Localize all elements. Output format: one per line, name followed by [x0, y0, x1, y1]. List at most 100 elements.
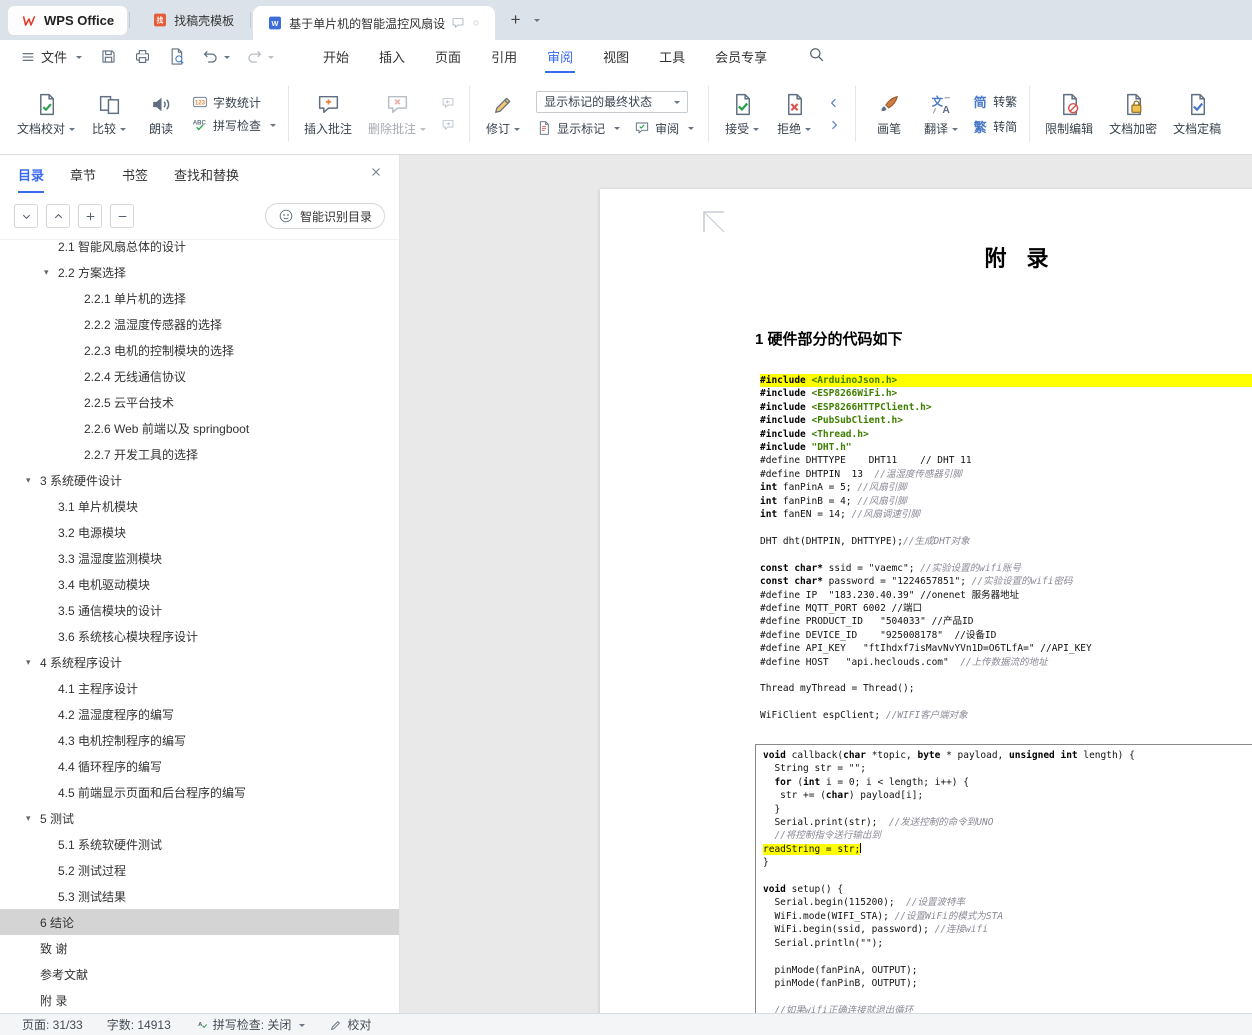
document-area[interactable]: 附 录 1 硬件部分的代码如下 #include <ArduinoJson.h>… — [400, 155, 1252, 1013]
code-line[interactable]: void setup() { — [763, 883, 1252, 896]
simp-to-trad-button[interactable]: 简转繁 — [972, 92, 1018, 111]
toc-font-decrease-button[interactable] — [110, 204, 134, 228]
prev-comment-button[interactable] — [438, 94, 458, 111]
toc-item[interactable]: 2.2.7 开发工具的选择 — [0, 441, 399, 467]
tab-list-button[interactable] — [530, 10, 541, 28]
section-heading[interactable]: 1 硬件部分的代码如下 — [755, 328, 903, 349]
menu-tab[interactable]: 审阅 — [532, 40, 588, 73]
toc-expand-icon[interactable]: ▾ — [26, 813, 40, 824]
code-block-hardware[interactable]: #include <ArduinoJson.h> #include <ESP826… — [760, 374, 1252, 723]
toc-item[interactable]: 附 录 — [0, 987, 399, 1013]
toc-item[interactable]: ▾ 3 系统硬件设计 — [0, 467, 399, 493]
toc-item[interactable]: 3.3 温湿度监测模块 — [0, 545, 399, 571]
code-line[interactable]: String str = ""; — [763, 762, 1252, 775]
toc-item[interactable]: 2.2.1 单片机的选择 — [0, 285, 399, 311]
code-line[interactable]: #include <Thread.h> — [760, 428, 1252, 441]
code-line[interactable]: #include <PubSubClient.h> — [760, 414, 1252, 427]
code-line[interactable]: Serial.println(""); — [763, 937, 1252, 950]
code-line[interactable]: #define HOST "api.heclouds.com" //上传数据流的… — [760, 656, 1252, 669]
code-line[interactable]: pinMode(fanPinA, OUTPUT); — [763, 964, 1252, 977]
code-line[interactable] — [763, 950, 1252, 963]
undo-button[interactable] — [197, 44, 234, 69]
read-aloud-button[interactable]: 朗读 — [136, 87, 186, 141]
compare-button[interactable]: 比较 — [84, 87, 134, 141]
code-line[interactable]: Serial.begin(115200); //设置波特率 — [763, 896, 1252, 909]
code-line[interactable] — [760, 696, 1252, 709]
toc-item[interactable]: ▾ 2.2 方案选择 — [0, 259, 399, 285]
code-line[interactable]: } — [763, 856, 1252, 869]
code-line[interactable]: int fanEN = 14; //风扇调速引脚 — [760, 508, 1252, 521]
code-line[interactable]: #include <ArduinoJson.h> — [760, 374, 1252, 388]
delete-comment-button[interactable]: 删除批注 — [361, 87, 433, 141]
insert-comment-button[interactable]: 插入批注 — [297, 87, 359, 141]
toc-item[interactable]: 4.1 主程序设计 — [0, 675, 399, 701]
toc-item[interactable]: 2.2.4 无线通信协议 — [0, 363, 399, 389]
toc-expand-all-button[interactable] — [46, 204, 70, 228]
spellcheck-status-button[interactable]: A 拼写检查: 关闭 — [183, 1016, 318, 1033]
toc-item[interactable]: 2.1 智能风扇总体的设计 — [0, 240, 399, 259]
code-line[interactable]: #define IP "183.230.40.39" //onenet 服务器地… — [760, 589, 1252, 602]
menu-tab[interactable]: 工具 — [644, 40, 700, 73]
code-line[interactable] — [763, 870, 1252, 883]
code-line[interactable]: const char* ssid = "vaemc"; //实验设置的wifi账… — [760, 562, 1252, 575]
code-line[interactable]: void callback(char *topic, byte * payloa… — [763, 749, 1252, 762]
print-preview-button[interactable] — [163, 44, 190, 69]
code-line[interactable]: WiFiClient espClient; //WIFI客户端对象 — [760, 709, 1252, 722]
markup-state-combo[interactable]: 显示标记的最终状态 — [536, 90, 689, 113]
code-line[interactable]: #define DHTTYPE DHT11 // DHT 11 — [760, 454, 1252, 467]
toc-item[interactable]: 4.4 循环程序的编写 — [0, 753, 399, 779]
ink-button[interactable]: 画笔 — [864, 87, 914, 141]
sidebar-close-button[interactable] — [367, 163, 385, 186]
toc-item[interactable]: 5.1 系统软硬件测试 — [0, 831, 399, 857]
code-line[interactable] — [760, 521, 1252, 534]
prev-change-button[interactable] — [824, 94, 844, 111]
print-button[interactable] — [129, 44, 156, 69]
code-line[interactable]: WiFi.mode(WIFI_STA); //设置WiFi的模式为STA — [763, 910, 1252, 923]
toc-expand-icon[interactable]: ▾ — [26, 657, 40, 668]
toc-item[interactable]: 2.2.5 云平台技术 — [0, 389, 399, 415]
code-line[interactable]: } — [763, 803, 1252, 816]
spell-check-button[interactable]: ABC 拼写检查 — [192, 117, 277, 134]
next-comment-button[interactable] — [438, 116, 458, 133]
encrypt-document-button[interactable]: 文档加密 — [1102, 87, 1164, 141]
toc-item[interactable]: ▾ 4 系统程序设计 — [0, 649, 399, 675]
code-line[interactable]: Serial.print(str); //发送控制的命令到UNO — [763, 816, 1252, 829]
toc-item[interactable]: 6 结论 — [0, 909, 399, 935]
document-tab[interactable]: W 基于单片机的智能温控风扇设 — [253, 6, 496, 40]
word-count-button[interactable]: 123 字数统计 — [192, 94, 276, 111]
smart-toc-button[interactable]: 智能识别目录 — [264, 203, 385, 229]
toc-item[interactable]: 5.2 测试过程 — [0, 857, 399, 883]
menu-tab[interactable]: 视图 — [588, 40, 644, 73]
code-line[interactable] — [760, 548, 1252, 561]
code-line[interactable]: //如果wifi正确连接就退出循环 — [763, 1004, 1252, 1013]
code-line[interactable] — [763, 990, 1252, 1003]
toc-item[interactable]: ▾ 5 测试 — [0, 805, 399, 831]
toc-font-increase-button[interactable] — [78, 204, 102, 228]
menu-tab[interactable]: 页面 — [420, 40, 476, 73]
reject-button[interactable]: 拒绝 — [769, 87, 819, 141]
toc-item[interactable]: 2.2.2 温湿度传感器的选择 — [0, 311, 399, 337]
sidebar-tab[interactable]: 书签 — [122, 155, 148, 193]
code-line[interactable]: pinMode(fanPinB, OUTPUT); — [763, 977, 1252, 990]
proofread-button[interactable]: 校对 — [317, 1016, 383, 1033]
toc-item[interactable]: 3.6 系统核心模块程序设计 — [0, 623, 399, 649]
toc-item[interactable]: 2.2.3 电机的控制模块的选择 — [0, 337, 399, 363]
doc-proofread-button[interactable]: 文档校对 — [10, 87, 82, 141]
code-line[interactable]: #define API_KEY "ftIhdxf7isMavNvYVn1D=O6… — [760, 642, 1252, 655]
appendix-title[interactable]: 附 录 — [600, 241, 1252, 273]
word-count-indicator[interactable]: 字数: 14913 — [95, 1016, 183, 1033]
code-line[interactable]: str += (char) payload[i]; — [763, 789, 1252, 802]
code-line[interactable]: //将控制指令送行输出到 — [763, 829, 1252, 842]
code-line[interactable]: DHT dht(DHTPIN, DHTTYPE);//生成DHT对象 — [760, 535, 1252, 548]
sidebar-tab[interactable]: 目录 — [18, 155, 45, 193]
menu-tab[interactable]: 插入 — [364, 40, 420, 73]
document-page[interactable]: 附 录 1 硬件部分的代码如下 #include <ArduinoJson.h>… — [600, 189, 1252, 1013]
wps-home-tab[interactable]: WPS Office — [8, 6, 128, 35]
new-tab-button[interactable]: + — [503, 7, 528, 32]
search-button[interactable] — [804, 42, 829, 72]
document-tab[interactable]: 找 找稿壳模板 — [138, 0, 248, 40]
sidebar-tab[interactable]: 查找和替换 — [174, 155, 239, 193]
accept-button[interactable]: 接受 — [717, 87, 767, 141]
toc-item[interactable]: 5.3 测试结果 — [0, 883, 399, 909]
menu-tab[interactable]: 开始 — [308, 40, 364, 73]
